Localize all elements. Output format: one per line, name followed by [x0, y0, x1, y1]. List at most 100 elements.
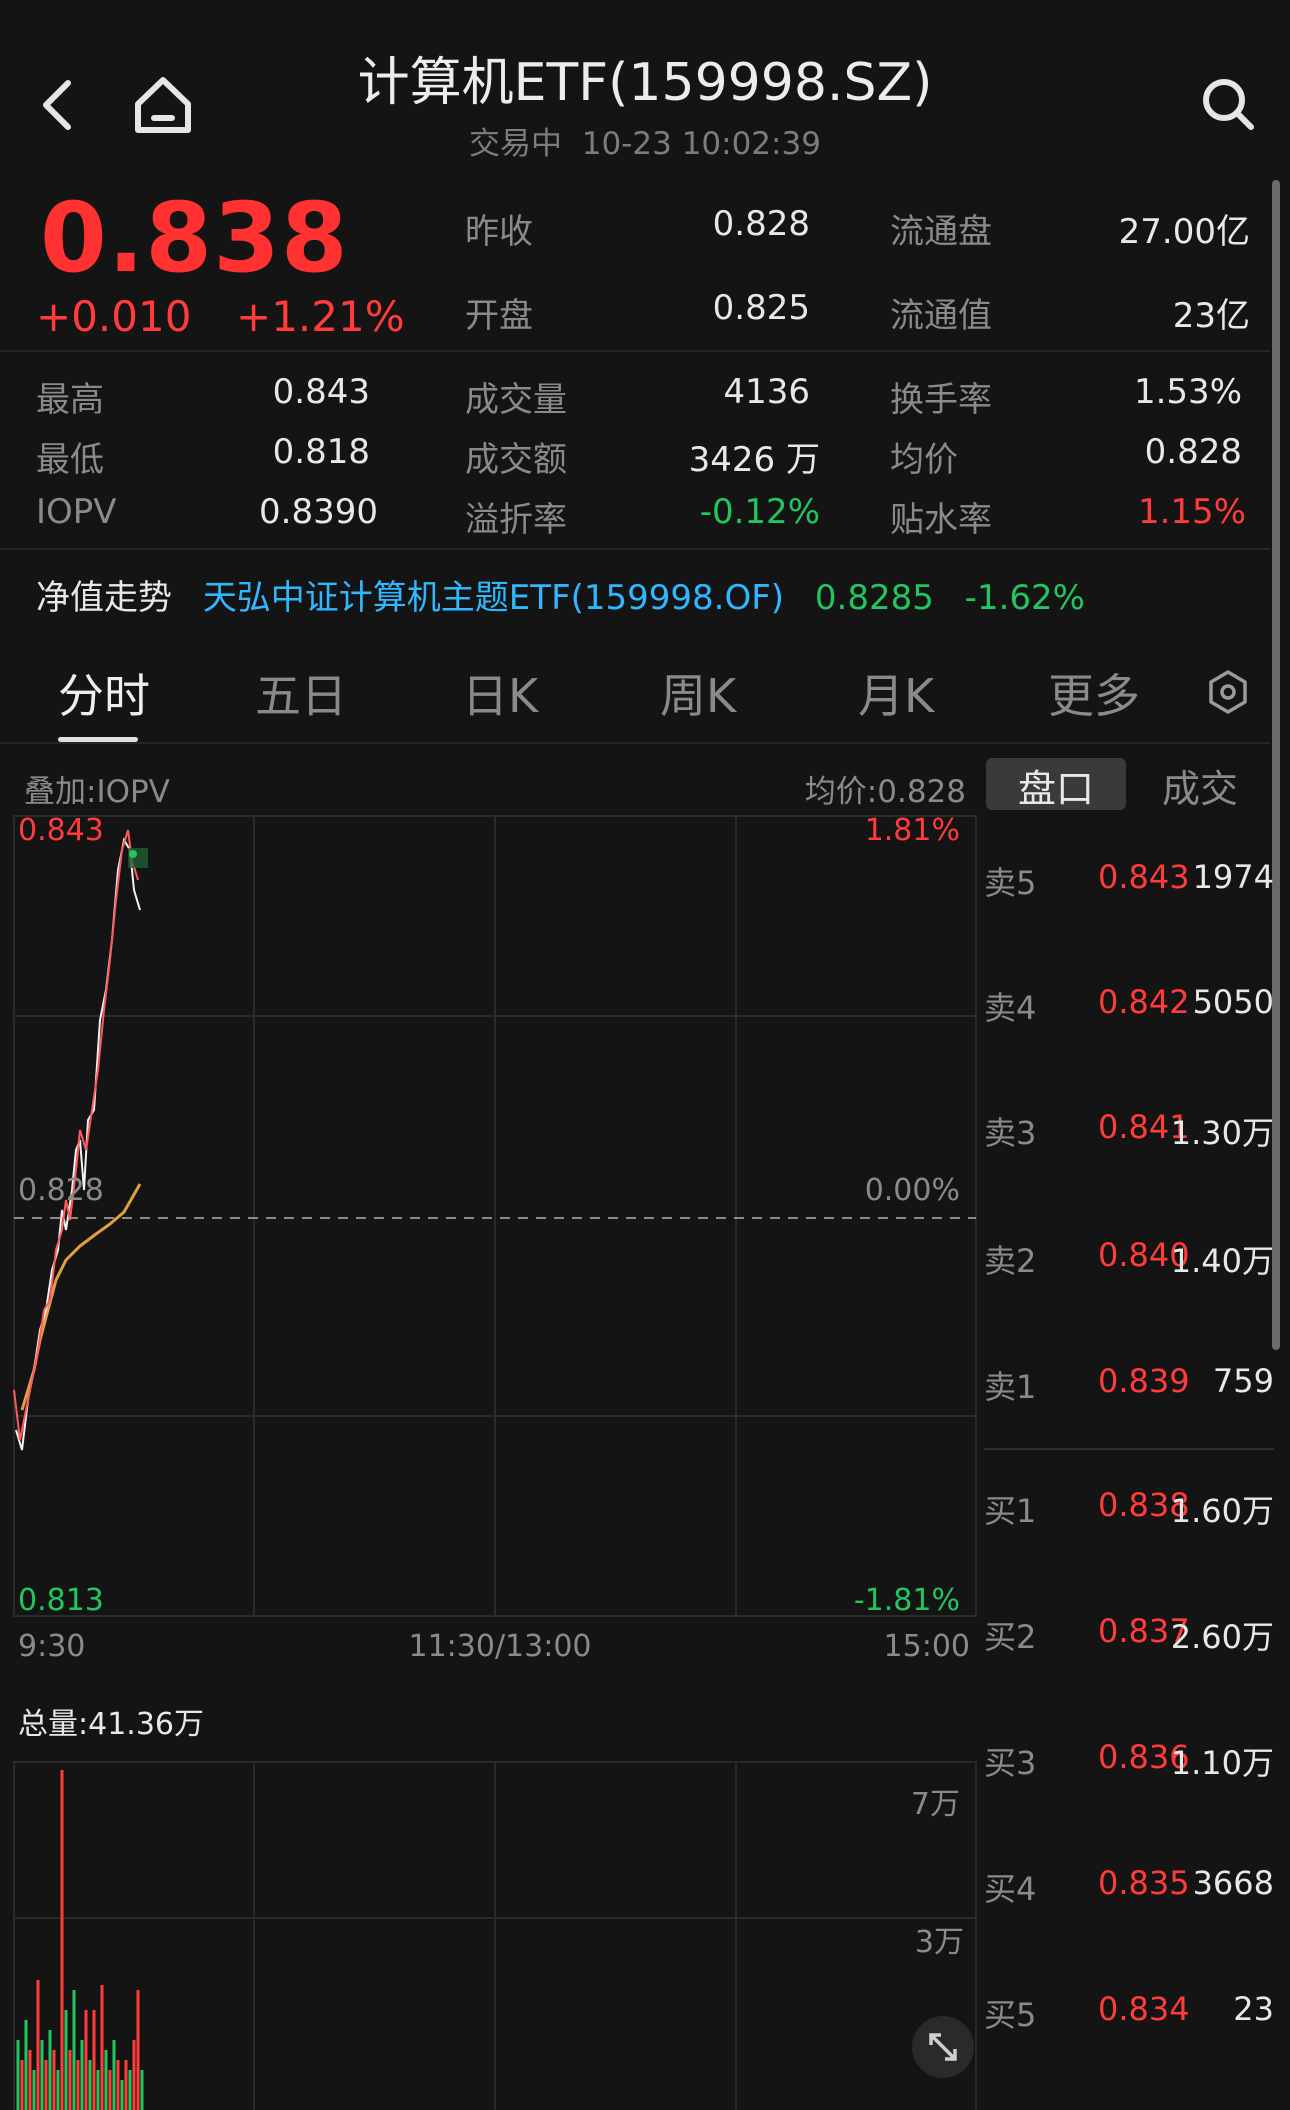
float-value-label: 流通值	[890, 296, 992, 336]
float-shares-label: 流通盘	[890, 212, 992, 252]
nav-value: 0.8285	[814, 578, 934, 618]
bid-volume: 1.10万	[1170, 1744, 1274, 1782]
vol-tick-low: 3万	[915, 1925, 964, 1960]
time-start-label: 9:30	[18, 1629, 85, 1664]
trading-status: 交易中 10-23 10:02:39	[0, 118, 1290, 163]
settings-hex-icon	[1209, 670, 1247, 714]
expand-chart-button[interactable]	[912, 2016, 974, 2078]
tab-weekly-k[interactable]: 周K	[660, 660, 736, 726]
tab-monthly-k[interactable]: 月K	[858, 660, 934, 726]
page-title: 计算机ETF(159998.SZ)	[357, 53, 933, 113]
bid-label: 买5	[984, 1996, 1037, 2034]
volume-label: 成交量	[465, 380, 567, 420]
nav-row[interactable]: 净值走势 天弘中证计算机主题ETF(159998.OF) 0.8285 -1.6…	[36, 570, 1085, 619]
vol-tick-high: 7万	[911, 1787, 960, 1822]
iopv-label: IOPV	[36, 492, 117, 532]
avg-price-indicator: 均价:0.828	[804, 774, 966, 810]
overlay-text: 叠加:IOPV	[24, 774, 170, 810]
bid-price: 0.835	[1098, 1864, 1190, 1902]
ask-label: 卖3	[984, 1114, 1037, 1152]
y-high-label: 0.843	[18, 813, 104, 848]
bid-label: 买4	[984, 1870, 1037, 1908]
avg-price-value: 0.828	[1144, 432, 1242, 472]
overlay-iopv[interactable]: 叠加:IOPV	[24, 766, 170, 811]
discount-label: 贴水率	[890, 500, 992, 540]
orderbook-divider	[984, 1448, 1274, 1450]
bid-volume: 2.60万	[1170, 1618, 1274, 1656]
iopv-value: 0.8390	[259, 492, 378, 532]
nav-label: 净值走势	[36, 578, 172, 618]
volume-bars	[16, 1770, 144, 2110]
turnover-value: 1.53%	[1133, 372, 1242, 412]
bid-label: 买2	[984, 1618, 1037, 1656]
bid-volume: 3668	[1192, 1864, 1274, 1902]
pct-high-label: 1.81%	[865, 813, 960, 848]
chart-settings-button[interactable]	[1200, 664, 1256, 720]
search-button[interactable]	[1196, 72, 1260, 136]
ask-price: 0.842	[1098, 983, 1190, 1021]
price-grid	[13, 815, 977, 1617]
divider	[0, 350, 1270, 352]
open-value: 0.825	[712, 288, 810, 328]
avg-price-label: 均价	[890, 440, 958, 480]
bid-volume: 23	[1233, 1990, 1274, 2028]
current-point-marker	[129, 850, 137, 858]
float-shares-value: 27.00亿	[1118, 212, 1250, 252]
current-price: 0.838	[40, 182, 349, 294]
divider	[0, 742, 1270, 744]
premium-value: -0.12%	[699, 492, 820, 532]
bid-label: 买1	[984, 1492, 1037, 1530]
order-book: 卖5 0.843 1974 卖4 0.842 5050 卖3 0.841 1.3…	[984, 820, 1274, 2108]
ask-volume: 1.40万	[1170, 1242, 1274, 1280]
search-icon	[1203, 79, 1254, 130]
price-change-pct: +1.21%	[236, 292, 405, 341]
pct-low-label: -1.81%	[854, 1583, 960, 1618]
volume-value: 4136	[723, 372, 810, 412]
nav-change: -1.62%	[964, 578, 1085, 618]
y-low-label: 0.813	[18, 1583, 104, 1618]
bid-price: 0.834	[1098, 1990, 1190, 2028]
low-label: 最低	[36, 440, 104, 480]
ask-label: 卖2	[984, 1242, 1037, 1280]
price-line	[13, 829, 139, 1441]
ask-price: 0.839	[1098, 1362, 1190, 1400]
ask-volume: 759	[1212, 1362, 1274, 1400]
float-value-value: 23亿	[1172, 296, 1250, 336]
tab-trades[interactable]: 成交	[1130, 760, 1270, 811]
status-text: 交易中	[469, 126, 563, 162]
tab-daily-k[interactable]: 日K	[462, 660, 538, 726]
ask-label: 卖1	[984, 1368, 1037, 1406]
discount-value: 1.15%	[1137, 492, 1246, 532]
turnover-label: 换手率	[890, 380, 992, 420]
tab-more[interactable]: 更多	[1048, 660, 1140, 726]
intraday-chart[interactable]: 0.843 1.81% 0.828 0.00% 0.813 -1.81% 9:3…	[0, 810, 980, 2110]
tab-five-day[interactable]: 五日	[255, 660, 347, 726]
time-mid-label: 11:30/13:00	[408, 1629, 591, 1664]
ask-volume: 1974	[1192, 858, 1274, 896]
y-mid-label: 0.828	[18, 1173, 104, 1208]
ask-label: 卖5	[984, 864, 1037, 902]
volume-grid	[13, 1761, 977, 2110]
bid-label: 买3	[984, 1744, 1037, 1782]
ask-price: 0.843	[1098, 858, 1190, 896]
tab-order-book[interactable]: 盘口	[986, 760, 1126, 811]
open-label: 开盘	[465, 296, 533, 336]
expand-icon	[929, 2033, 957, 2061]
price-change: +0.010	[36, 292, 192, 341]
prev-close-value: 0.828	[712, 204, 810, 244]
bid-volume: 1.60万	[1170, 1492, 1274, 1530]
time-end-label: 15:00	[884, 1629, 970, 1664]
timestamp: 10-23 10:02:39	[581, 126, 821, 162]
nav-fund-link[interactable]: 天弘中证计算机主题ETF(159998.OF)	[203, 578, 784, 618]
prev-close-label: 昨收	[465, 212, 533, 252]
high-value: 0.843	[272, 372, 370, 412]
low-value: 0.818	[272, 432, 370, 472]
volume-total-label: 总量:41.36万	[18, 1707, 204, 1742]
premium-label: 溢折率	[465, 500, 567, 540]
ask-volume: 5050	[1192, 983, 1274, 1021]
ask-label: 卖4	[984, 989, 1037, 1027]
tab-intraday[interactable]: 分时	[58, 660, 150, 726]
pct-mid-label: 0.00%	[865, 1173, 960, 1208]
amount-label: 成交额	[465, 440, 567, 480]
amount-value: 3426 万	[688, 440, 820, 480]
